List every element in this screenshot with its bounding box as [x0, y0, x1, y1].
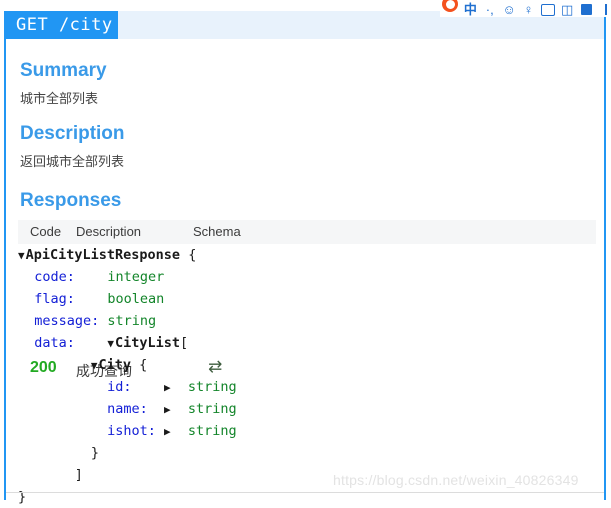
schema-line: message: string: [18, 310, 596, 332]
responses-heading: Responses: [20, 190, 122, 211]
schema-spacer: [99, 310, 107, 332]
punctuation-mode-icon[interactable]: ·,: [483, 2, 497, 17]
column-header-code: Code: [30, 224, 62, 239]
schema-punctuation: {: [180, 247, 197, 263]
schema-line: code: integer: [18, 266, 596, 288]
column-header-schema: Schema: [193, 224, 241, 239]
schema-line: ▼ City {: [18, 354, 596, 376]
schema-field-key: message:: [34, 313, 100, 329]
schema-object-name: ApiCityListResponse: [25, 247, 181, 263]
schema-spacer: [75, 266, 108, 288]
summary-text: 城市全部列表: [20, 91, 99, 106]
description-heading: Description: [20, 123, 125, 144]
schema-line: }: [18, 442, 596, 464]
endpoint-content: Summary 城市全部列表 Description 返回城市全部列表 Resp…: [6, 39, 604, 505]
column-header-description: Description: [76, 224, 142, 239]
schema-spacer: [156, 420, 164, 442]
summary-heading: Summary: [20, 60, 107, 81]
schema-field-key: data:: [34, 335, 75, 351]
watermark-url: https://blog.csdn.net/weixin_40826349: [333, 472, 579, 488]
schema-line: flag: boolean: [18, 288, 596, 310]
schema-line: id: ▶ string: [18, 376, 596, 398]
schema-spacer: [75, 288, 108, 310]
collapse-caret-icon[interactable]: ▼: [91, 360, 98, 371]
schema-punctuation: }: [90, 445, 100, 461]
sogou-logo-icon[interactable]: [442, 0, 459, 17]
response-schema-tree: ▼ ApiCityListResponse {code: integer flag:…: [18, 244, 596, 508]
schema-spacer: [172, 398, 188, 420]
menu-icon[interactable]: [579, 2, 593, 17]
schema-field-key: ishot:: [107, 423, 156, 439]
schema-punctuation: ]: [74, 467, 83, 483]
expand-caret-icon[interactable]: ▶: [164, 382, 171, 393]
schema-field-key: flag:: [34, 291, 75, 307]
bottom-divider: [6, 492, 604, 493]
schema-field-key: name:: [107, 401, 148, 417]
expand-caret-icon[interactable]: ▶: [164, 426, 171, 437]
schema-line: }: [18, 486, 596, 508]
endpoint-method-path-tab[interactable]: GET /city: [4, 11, 118, 39]
schema-punctuation: }: [18, 489, 27, 505]
schema-spacer: [75, 332, 108, 354]
description-text: 返回城市全部列表: [20, 154, 125, 169]
schema-field-type: integer: [107, 269, 165, 285]
ime-divider-icon: [599, 2, 611, 17]
schema-line: name: ▶ string: [18, 398, 596, 420]
schema-line: ▼ ApiCityListResponse {: [18, 244, 596, 266]
schema-field-type: string: [187, 401, 237, 417]
collapse-caret-icon[interactable]: ▼: [107, 338, 114, 349]
schema-line: data: ▼ CityList[: [18, 332, 596, 354]
emoji-icon[interactable]: ☺: [502, 2, 516, 17]
chinese-mode-icon[interactable]: 中: [463, 2, 477, 17]
schema-field-type: boolean: [107, 291, 165, 307]
expand-caret-icon[interactable]: ▶: [164, 404, 171, 415]
schema-line: ishot: ▶ string: [18, 420, 596, 442]
schema-field-key: id:: [107, 379, 132, 395]
schema-punctuation: [: [180, 335, 189, 351]
table-row: 200 成功查询 ⇄ ▼ ApiCityListResponse {code: i…: [18, 244, 596, 505]
responses-table-header: Code Description Schema: [18, 220, 596, 244]
schema-spacer: [148, 398, 164, 420]
schema-object-name: CityList: [114, 335, 180, 351]
schema-spacer: [131, 376, 164, 398]
ime-toolbar[interactable]: 中 ·, ☺ ♀ ◫: [440, 0, 611, 17]
schema-field-type: string: [187, 379, 237, 395]
soft-keyboard-icon[interactable]: [540, 2, 555, 17]
schema-field-key: code:: [34, 269, 75, 285]
toolbox-icon[interactable]: ◫: [560, 2, 574, 17]
schema-field-type: string: [107, 313, 157, 329]
right-accent-rule: [604, 11, 606, 500]
schema-field-type: string: [187, 423, 237, 439]
schema-spacer: [172, 376, 188, 398]
collapse-caret-icon[interactable]: ▼: [18, 250, 25, 261]
voice-input-icon[interactable]: ♀: [521, 2, 535, 17]
schema-object-name: City: [98, 357, 132, 373]
schema-punctuation: {: [131, 357, 148, 373]
schema-spacer: [172, 420, 188, 442]
